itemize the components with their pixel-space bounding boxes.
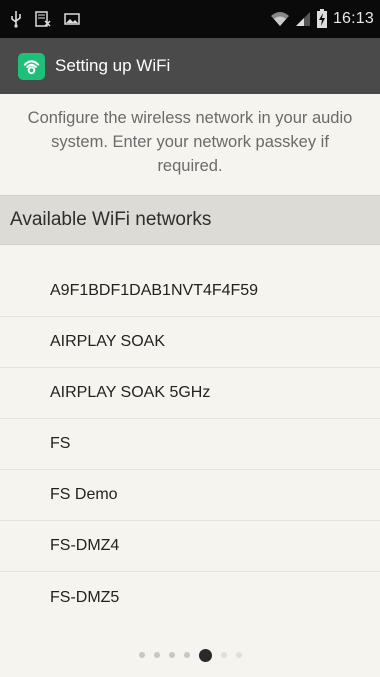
network-item[interactable]: FS-DMZ5: [0, 572, 380, 623]
network-item[interactable]: A9F1BDF1DAB1NVT4F4F59: [0, 266, 380, 317]
wifi-icon: [270, 10, 290, 28]
status-bar-system: 16:13: [270, 9, 374, 29]
page-dot: [220, 652, 227, 658]
network-item[interactable]: AIRPLAY SOAK: [0, 317, 380, 368]
sd-card-icon: [34, 10, 52, 28]
action-bar: Setting up WiFi: [0, 38, 380, 94]
page-dot: [183, 652, 190, 658]
network-list: A9F1BDF1DAB1NVT4F4F59 AIRPLAY SOAK AIRPL…: [0, 266, 380, 623]
network-item[interactable]: AIRPLAY SOAK 5GHz: [0, 368, 380, 419]
usb-icon: [10, 10, 22, 28]
network-item[interactable]: FS-DMZ4: [0, 521, 380, 572]
network-item[interactable]: FS: [0, 419, 380, 470]
page-dot: [138, 652, 145, 658]
page-indicator: [0, 648, 380, 662]
page-title: Setting up WiFi: [55, 56, 171, 75]
network-item[interactable]: FS Demo: [0, 470, 380, 521]
status-bar: 16:13: [0, 0, 380, 38]
section-header-available-networks: Available WiFi networks: [0, 195, 380, 245]
instructions-text: Configure the wireless network in your a…: [27, 109, 353, 175]
battery-charging-icon: [316, 9, 328, 29]
page-dot-active: [198, 648, 212, 662]
clock: 16:13: [332, 10, 374, 27]
status-bar-notifications: [10, 10, 80, 28]
page-dot: [153, 652, 160, 658]
image-notification-icon: [64, 11, 80, 27]
page-dot: [168, 652, 175, 658]
signal-icon: [295, 11, 311, 27]
page-dot: [235, 652, 242, 658]
wifi-setup-app-icon[interactable]: [18, 52, 45, 80]
